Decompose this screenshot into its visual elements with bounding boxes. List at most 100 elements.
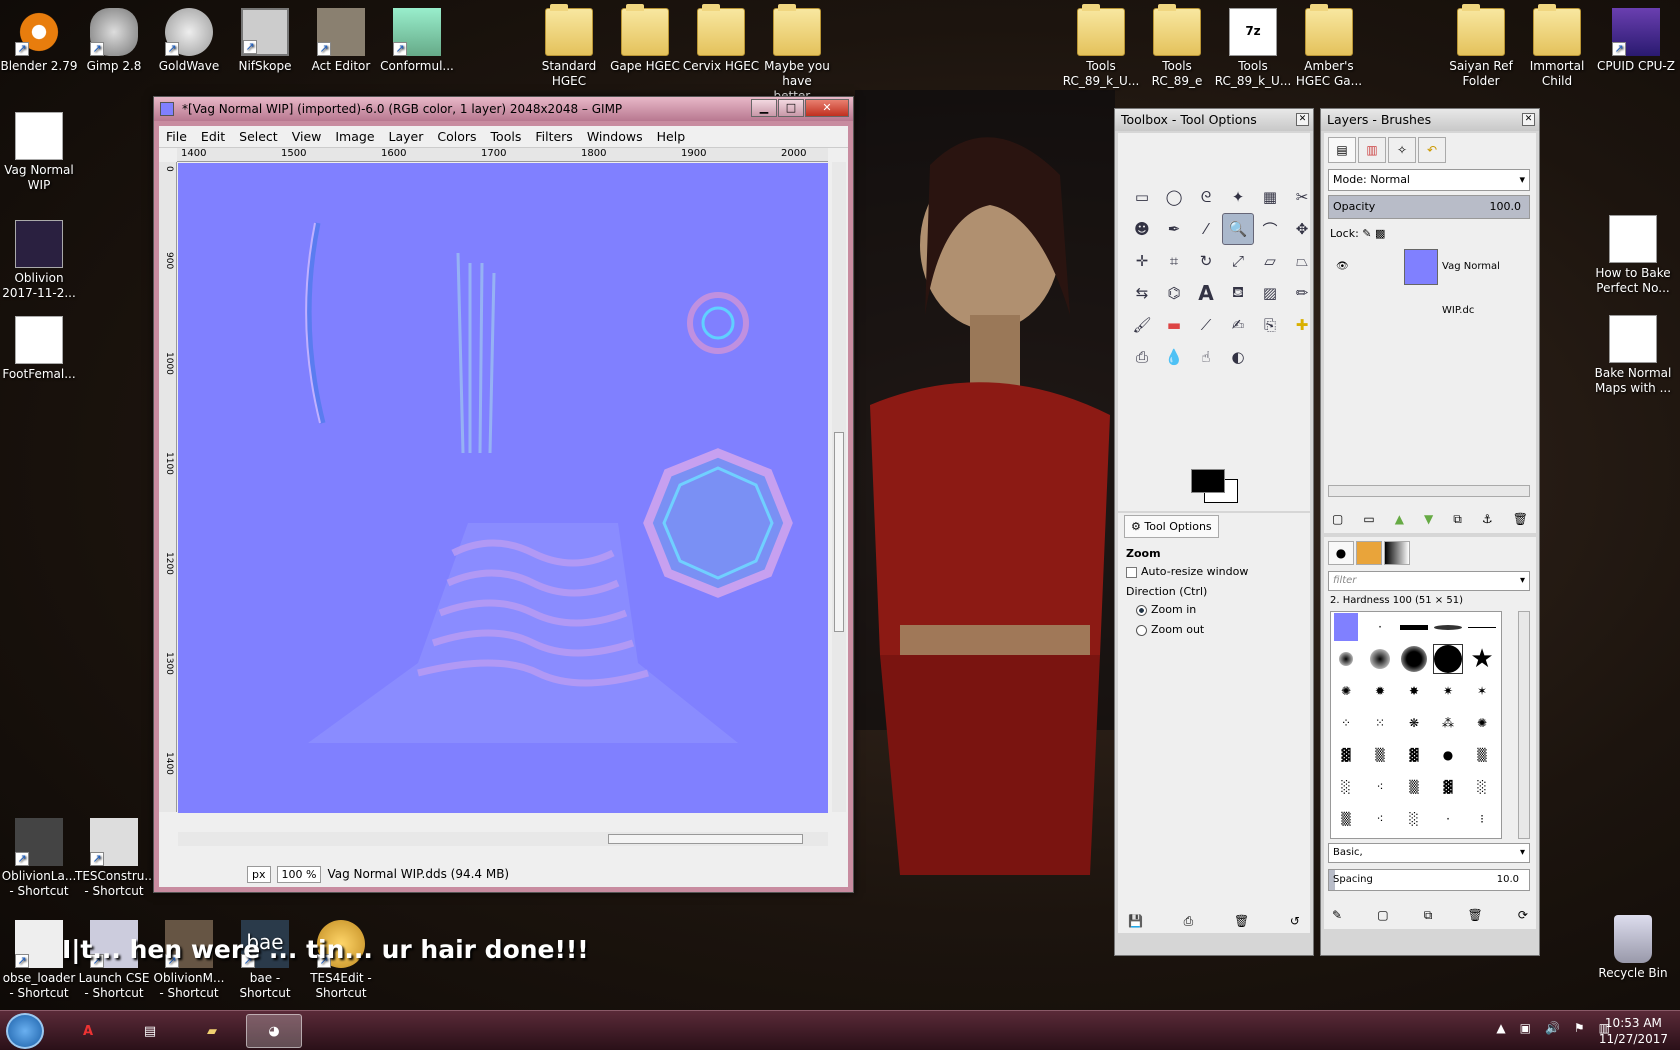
brush-splatter[interactable]: ✸ [1399, 676, 1429, 706]
layer-name[interactable]: Vag Normal WIP.dc [1442, 245, 1530, 333]
scroll-thumb[interactable] [834, 432, 844, 632]
heal-tool-icon[interactable]: ✚ [1286, 309, 1318, 341]
desktop-folder-standard-hgec[interactable]: Standard HGEC [530, 4, 608, 89]
ellipse-select-tool-icon[interactable]: ◯ [1158, 181, 1190, 213]
desktop-folder-maybe-you-have-better[interactable]: Maybe you have better... [758, 4, 836, 104]
eye-icon[interactable]: 👁 [1336, 245, 1349, 289]
menu-image[interactable]: Image [328, 129, 381, 144]
blur-tool-icon[interactable]: 💧 [1158, 341, 1190, 373]
menu-tools[interactable]: Tools [484, 129, 529, 144]
menu-file[interactable]: File [159, 129, 194, 144]
menu-view[interactable]: View [285, 129, 329, 144]
chevron-down-icon[interactable]: ▾ [1520, 572, 1525, 590]
brush-grunge[interactable]: ⁂ [1433, 708, 1463, 738]
desktop-icon-blender[interactable]: ↗ Blender 2.79 [0, 8, 78, 74]
brush-filter-input[interactable]: filter ▾ [1328, 571, 1530, 591]
taskbar-120x-icon[interactable]: A [60, 1014, 116, 1048]
bucket-fill-tool-icon[interactable]: ⛾ [1222, 277, 1254, 309]
brush-texture[interactable]: ▒ [1467, 740, 1497, 770]
menu-edit[interactable]: Edit [194, 129, 232, 144]
move-tool-icon[interactable]: ✥ [1286, 213, 1318, 245]
brush-texture[interactable]: ⁖ [1365, 804, 1395, 834]
menu-colors[interactable]: Colors [430, 129, 483, 144]
rect-select-tool-icon[interactable]: ▭ [1126, 181, 1158, 213]
new-layer-icon[interactable]: ▢ [1332, 512, 1343, 527]
close-icon[interactable]: ✕ [1296, 113, 1309, 126]
gradients-tab-icon[interactable] [1384, 541, 1410, 565]
desktop-recycle-bin[interactable]: Recycle Bin [1594, 915, 1672, 981]
color-picker-tool-icon[interactable]: ⁄ [1190, 213, 1222, 245]
close-icon[interactable]: ✕ [1522, 113, 1535, 126]
desktop-icon-footfemale[interactable]: FootFemal... [0, 316, 78, 382]
taskbar-clock[interactable]: 10:53 AM 11/27/2017 [1599, 1015, 1668, 1047]
duplicate-layer-icon[interactable]: ⧉ [1453, 512, 1462, 527]
paths-tool-icon[interactable]: ✒ [1158, 213, 1190, 245]
brush-grunge[interactable]: ⁙ [1365, 708, 1395, 738]
desktop-folder-immortal-child[interactable]: Immortal Child [1518, 4, 1596, 89]
foreground-color-swatch[interactable] [1191, 469, 1225, 493]
auto-resize-checkbox[interactable]: Auto-resize window [1126, 565, 1248, 578]
menu-layer[interactable]: Layer [382, 129, 431, 144]
brush-texture[interactable]: ● [1433, 740, 1463, 770]
taskbar-monitor-icon[interactable]: ▤ [122, 1014, 178, 1048]
desktop-folder-tools-rc89ku[interactable]: Tools RC_89_k_U... [1062, 4, 1140, 89]
align-tool-icon[interactable]: ✛ [1126, 245, 1158, 277]
menu-select[interactable]: Select [232, 129, 285, 144]
brush-line-soft[interactable] [1433, 612, 1463, 642]
smudge-tool-icon[interactable]: ☝ [1190, 341, 1222, 373]
brush-star[interactable]: ★ [1467, 644, 1497, 674]
radio-unselected[interactable] [1136, 624, 1147, 636]
delete-brush-icon[interactable]: 🗑 [1468, 908, 1483, 923]
desktop-folder-ambers-hgec[interactable]: Amber's HGEC Ga... [1290, 4, 1368, 89]
gimp-image-window[interactable]: *[Vag Normal WIP] (imported)-6.0 (RGB co… [153, 96, 854, 893]
lower-layer-icon[interactable]: ▼ [1424, 512, 1433, 527]
text-tool-icon[interactable]: A [1190, 277, 1222, 309]
menu-windows[interactable]: Windows [580, 129, 650, 144]
undo-history-tab-icon[interactable]: ↶ [1418, 137, 1446, 163]
volume-icon[interactable]: 🔊 [1545, 1021, 1560, 1035]
scale-tool-icon[interactable]: ⤢ [1222, 245, 1254, 277]
brush-texture[interactable]: ░ [1331, 772, 1361, 802]
restore-options-icon[interactable]: ⎙ [1184, 914, 1194, 929]
unit-selector[interactable]: px [247, 865, 271, 883]
fuzzy-select-tool-icon[interactable]: ✦ [1222, 181, 1254, 213]
horizontal-ruler[interactable]: 1400 1500 1600 1700 1800 1900 2000 [177, 148, 828, 162]
brush-texture[interactable]: ⁖ [1365, 772, 1395, 802]
refresh-brushes-icon[interactable]: ⟳ [1518, 908, 1528, 923]
brush-soft-large[interactable] [1399, 644, 1429, 674]
blend-tool-icon[interactable]: ▨ [1254, 277, 1286, 309]
brush-splatter[interactable]: ✹ [1365, 676, 1395, 706]
lock-alpha-icon[interactable]: ▩ [1375, 227, 1385, 240]
new-brush-icon[interactable]: ▢ [1377, 908, 1388, 923]
lock-pixels-icon[interactable]: ✎ [1362, 227, 1371, 240]
duplicate-brush-icon[interactable]: ⧉ [1424, 908, 1433, 923]
desktop-folder-cervix-hgec[interactable]: Cervix HGEC [682, 4, 760, 74]
anchor-icon[interactable]: ⚓ [1482, 512, 1493, 527]
action-center-flag-icon[interactable]: ⚑ [1574, 1021, 1585, 1035]
new-layer-group-icon[interactable]: ▭ [1363, 512, 1374, 527]
toolbox-titlebar[interactable]: Toolbox - Tool Options ✕ [1115, 109, 1313, 131]
paintbrush-tool-icon[interactable]: 🖌 [1126, 309, 1158, 341]
paths-tab-icon[interactable]: ✧ [1388, 137, 1416, 163]
desktop-folder-tools-rc89e[interactable]: Tools RC_89_e [1138, 4, 1216, 89]
show-hidden-icons-icon[interactable]: ▲ [1496, 1021, 1505, 1035]
measure-tool-icon[interactable]: ⌒ [1254, 213, 1286, 245]
radio-selected[interactable] [1136, 604, 1147, 616]
flip-tool-icon[interactable]: ⇆ [1126, 277, 1158, 309]
brush-hardness-100[interactable] [1433, 644, 1463, 674]
close-button[interactable]: ✕ [805, 99, 849, 117]
brushes-vscrollbar[interactable] [1518, 611, 1530, 839]
taskbar-explorer-icon[interactable]: ▰ [184, 1014, 240, 1048]
brush-texture[interactable]: ░ [1399, 804, 1429, 834]
foreground-select-tool-icon[interactable]: ☻ [1126, 213, 1158, 245]
free-select-tool-icon[interactable]: ᘓ [1190, 181, 1222, 213]
reset-options-icon[interactable]: ↺ [1290, 914, 1300, 929]
scroll-thumb[interactable] [608, 834, 803, 844]
desktop-video-bake-normal-maps[interactable]: Bake Normal Maps with ... [1594, 315, 1672, 396]
vertical-scrollbar[interactable] [832, 162, 846, 812]
brush-texture[interactable]: ▒ [1331, 804, 1361, 834]
menu-filters[interactable]: Filters [528, 129, 579, 144]
clone-tool-icon[interactable]: ⎘ [1254, 309, 1286, 341]
brush-clipboard[interactable] [1331, 612, 1361, 642]
brush-texture[interactable]: ▒ [1399, 772, 1429, 802]
